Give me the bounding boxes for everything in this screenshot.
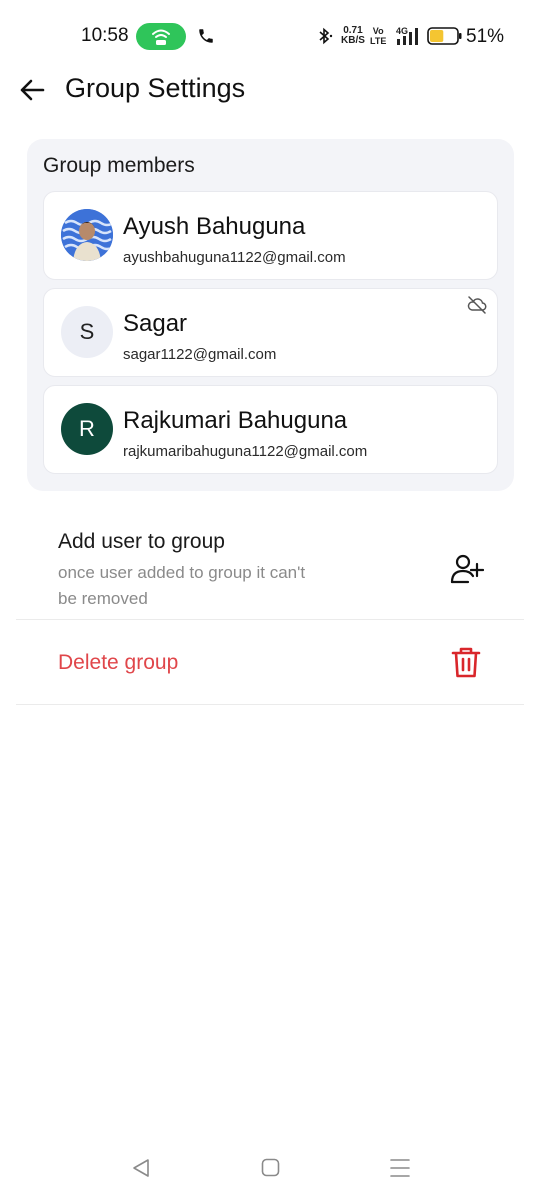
- network-speed: 0.71 KB/S: [341, 26, 365, 46]
- cloud-off-icon: [467, 296, 487, 314]
- nav-back-icon[interactable]: [131, 1158, 151, 1178]
- member-name: Rajkumari Bahuguna: [123, 407, 348, 434]
- add-user-subtitle: once user added to group it can't be rem…: [58, 563, 306, 608]
- avatar-initial: R: [79, 416, 95, 441]
- volte-indicator: Vo LTE: [370, 26, 386, 46]
- delete-group-row[interactable]: Delete group: [16, 621, 524, 705]
- nav-menu-icon[interactable]: [389, 1157, 411, 1179]
- signal-icon: 4G: [396, 26, 422, 46]
- member-email: rajkumaribahuguna1122@gmail.com: [123, 443, 368, 460]
- trash-icon[interactable]: [451, 646, 481, 678]
- member-card-ayush[interactable]: Ayush Bahuguna ayushbahuguna1122@gmail.c…: [43, 191, 498, 280]
- member-name: Sagar: [123, 310, 188, 337]
- battery-percent: 51%: [466, 26, 505, 47]
- avatar: R: [61, 403, 113, 455]
- member-email: ayushbahuguna1122@gmail.com: [123, 249, 346, 266]
- add-user-title: Add user to group: [58, 530, 225, 553]
- member-email: sagar1122@gmail.com: [123, 346, 277, 363]
- add-user-icon[interactable]: [450, 552, 484, 586]
- member-name: Ayush Bahuguna: [123, 213, 306, 240]
- avatar: S: [61, 306, 113, 358]
- page-title: Group Settings: [65, 73, 246, 103]
- nav-home-icon[interactable]: [261, 1158, 280, 1177]
- network-speed-unit: KB/S: [341, 35, 365, 46]
- call-icon: [199, 29, 213, 43]
- avatar: [61, 209, 113, 261]
- battery-icon: [427, 27, 462, 45]
- member-card-sagar[interactable]: S Sagar sagar1122@gmail.com: [43, 288, 498, 377]
- arrow-left-icon[interactable]: [18, 76, 46, 104]
- hotspot-icon: [136, 23, 186, 50]
- status-bar: 10:58 0.71 KB/S Vo LTE 4G 51%: [0, 0, 540, 72]
- member-card-rajkumari[interactable]: R Rajkumari Bahuguna rajkumaribahuguna11…: [43, 385, 498, 474]
- system-nav-bar: [0, 1140, 540, 1200]
- volte-bottom: LTE: [370, 36, 387, 46]
- group-members-heading: Group members: [43, 154, 195, 177]
- bluetooth-icon: [319, 27, 333, 45]
- volte-top: Vo: [372, 26, 384, 36]
- group-members-card: Group members Ayush Bahuguna ayushbahugu…: [27, 139, 514, 491]
- add-user-row[interactable]: Add user to group once user added to gro…: [16, 510, 524, 620]
- avatar-initial: S: [79, 319, 95, 344]
- status-time: 10:58: [81, 25, 129, 46]
- delete-group-label: Delete group: [58, 651, 179, 674]
